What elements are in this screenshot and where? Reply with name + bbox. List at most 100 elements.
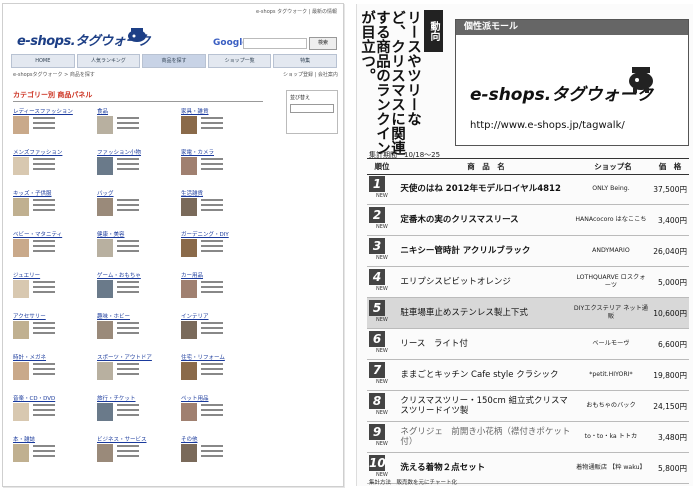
category-thumbnail[interactable]: [97, 198, 113, 216]
category-link[interactable]: 趣味・ホビー: [97, 312, 175, 320]
category-thumbnail[interactable]: [97, 321, 113, 339]
category-item[interactable]: 趣味・ホビー: [97, 312, 175, 350]
category-thumbnail[interactable]: [13, 116, 29, 134]
category-link[interactable]: レディースファッション: [13, 107, 91, 115]
category-thumbnail[interactable]: [13, 444, 29, 462]
category-link[interactable]: インテリア: [181, 312, 259, 320]
subcategory-list: [117, 404, 139, 419]
nav-item[interactable]: ショップ一覧: [207, 54, 272, 68]
category-item[interactable]: 食品: [97, 107, 175, 145]
category-link[interactable]: 家電・カメラ: [181, 148, 259, 156]
category-link[interactable]: ガーデニング・DIY: [181, 230, 259, 238]
category-item[interactable]: その他: [181, 435, 259, 473]
category-thumbnail[interactable]: [97, 239, 113, 257]
category-item[interactable]: メンズファッション: [13, 148, 91, 186]
category-item[interactable]: スポーツ・アウトドア: [97, 353, 175, 391]
category-link[interactable]: キッズ・子供服: [13, 189, 91, 197]
category-item[interactable]: ジュエリー: [13, 271, 91, 309]
category-link[interactable]: ゲーム・おもちゃ: [97, 271, 175, 279]
category-item[interactable]: バッグ: [97, 189, 175, 227]
category-thumbnail[interactable]: [97, 362, 113, 380]
category-thumbnail[interactable]: [181, 403, 197, 421]
category-link[interactable]: ファッション小物: [97, 148, 175, 156]
sort-select[interactable]: [290, 104, 334, 113]
category-item[interactable]: アクセサリー: [13, 312, 91, 350]
category-link[interactable]: カー用品: [181, 271, 259, 279]
category-item[interactable]: ゲーム・おもちゃ: [97, 271, 175, 309]
col-price: 価 格: [658, 162, 682, 171]
category-item[interactable]: ペット用品: [181, 394, 259, 432]
category-thumbnail[interactable]: [97, 280, 113, 298]
category-thumbnail[interactable]: [181, 239, 197, 257]
category-link[interactable]: 健康・美容: [97, 230, 175, 238]
category-thumbnail[interactable]: [181, 198, 197, 216]
category-thumbnail[interactable]: [181, 444, 197, 462]
category-link[interactable]: バッグ: [97, 189, 175, 197]
category-link[interactable]: メンズファッション: [13, 148, 91, 156]
shop-name: to・to・ka トトカ: [584, 433, 638, 440]
category-thumbnail[interactable]: [97, 116, 113, 134]
category-thumbnail[interactable]: [13, 362, 29, 380]
nav-item[interactable]: 商品を探す: [142, 54, 206, 68]
category-item[interactable]: ベビー・マタニティ: [13, 230, 91, 268]
category-item[interactable]: 生活雑貨: [181, 189, 259, 227]
category-link[interactable]: 生活雑貨: [181, 189, 259, 197]
category-link[interactable]: 時計・メガネ: [13, 353, 91, 361]
nav-item[interactable]: HOME: [11, 54, 75, 68]
category-item[interactable]: 家電・カメラ: [181, 148, 259, 186]
category-item[interactable]: ガーデニング・DIY: [181, 230, 259, 268]
category-item[interactable]: ビジネス・サービス: [97, 435, 175, 473]
category-thumbnail[interactable]: [97, 444, 113, 462]
category-thumbnail[interactable]: [181, 321, 197, 339]
category-item[interactable]: 住宅・リフォーム: [181, 353, 259, 391]
top-links[interactable]: e-shops タグウォーク | 最新の情報: [256, 8, 337, 15]
search-input[interactable]: [243, 38, 307, 49]
category-item[interactable]: カー用品: [181, 271, 259, 309]
category-item[interactable]: 健康・美容: [97, 230, 175, 268]
table-header: 順位 商 品 名 ショップ名 価 格: [367, 158, 689, 175]
category-thumbnail[interactable]: [181, 157, 197, 175]
nav-item[interactable]: 特集: [273, 54, 337, 68]
category-link[interactable]: スポーツ・アウトドア: [97, 353, 175, 361]
search-button[interactable]: 検索: [309, 37, 337, 50]
category-link[interactable]: ベビー・マタニティ: [13, 230, 91, 238]
subcategory-list: [201, 117, 223, 132]
category-link[interactable]: 住宅・リフォーム: [181, 353, 259, 361]
category-link[interactable]: ジュエリー: [13, 271, 91, 279]
category-link[interactable]: 旅行・チケット: [97, 394, 175, 402]
category-thumbnail[interactable]: [181, 116, 197, 134]
rank-badge: 3 NEW: [369, 238, 394, 264]
category-thumbnail[interactable]: [13, 239, 29, 257]
category-thumbnail[interactable]: [13, 280, 29, 298]
category-link[interactable]: 音楽・CD・DVD: [13, 394, 91, 402]
category-thumbnail[interactable]: [181, 362, 197, 380]
breadcrumb[interactable]: e-shopsタグウォーク > 商品を探す: [13, 71, 95, 78]
category-link[interactable]: その他: [181, 435, 259, 443]
header-links[interactable]: ショップ登録 | 会社案内: [283, 71, 338, 78]
category-link[interactable]: アクセサリー: [13, 312, 91, 320]
category-item[interactable]: キッズ・子供服: [13, 189, 91, 227]
subcategory-list: [201, 445, 223, 460]
nav-item[interactable]: 人気ランキング: [76, 54, 141, 68]
category-link[interactable]: 食品: [97, 107, 175, 115]
category-item[interactable]: インテリア: [181, 312, 259, 350]
category-thumbnail[interactable]: [13, 198, 29, 216]
category-thumbnail[interactable]: [181, 280, 197, 298]
category-item[interactable]: 時計・メガネ: [13, 353, 91, 391]
category-thumbnail[interactable]: [13, 403, 29, 421]
category-item[interactable]: 家具・雑貨: [181, 107, 259, 145]
category-thumbnail[interactable]: [13, 157, 29, 175]
category-thumbnail[interactable]: [13, 321, 29, 339]
category-item[interactable]: 本・雑誌: [13, 435, 91, 473]
category-item[interactable]: 旅行・チケット: [97, 394, 175, 432]
category-item[interactable]: ファッション小物: [97, 148, 175, 186]
category-thumbnail[interactable]: [97, 157, 113, 175]
category-link[interactable]: 本・雑誌: [13, 435, 91, 443]
category-link[interactable]: ペット用品: [181, 394, 259, 402]
category-thumbnail[interactable]: [97, 403, 113, 421]
mascot-icon: [128, 28, 146, 42]
category-item[interactable]: レディースファッション: [13, 107, 91, 145]
category-item[interactable]: 音楽・CD・DVD: [13, 394, 91, 432]
category-link[interactable]: 家具・雑貨: [181, 107, 259, 115]
category-link[interactable]: ビジネス・サービス: [97, 435, 175, 443]
